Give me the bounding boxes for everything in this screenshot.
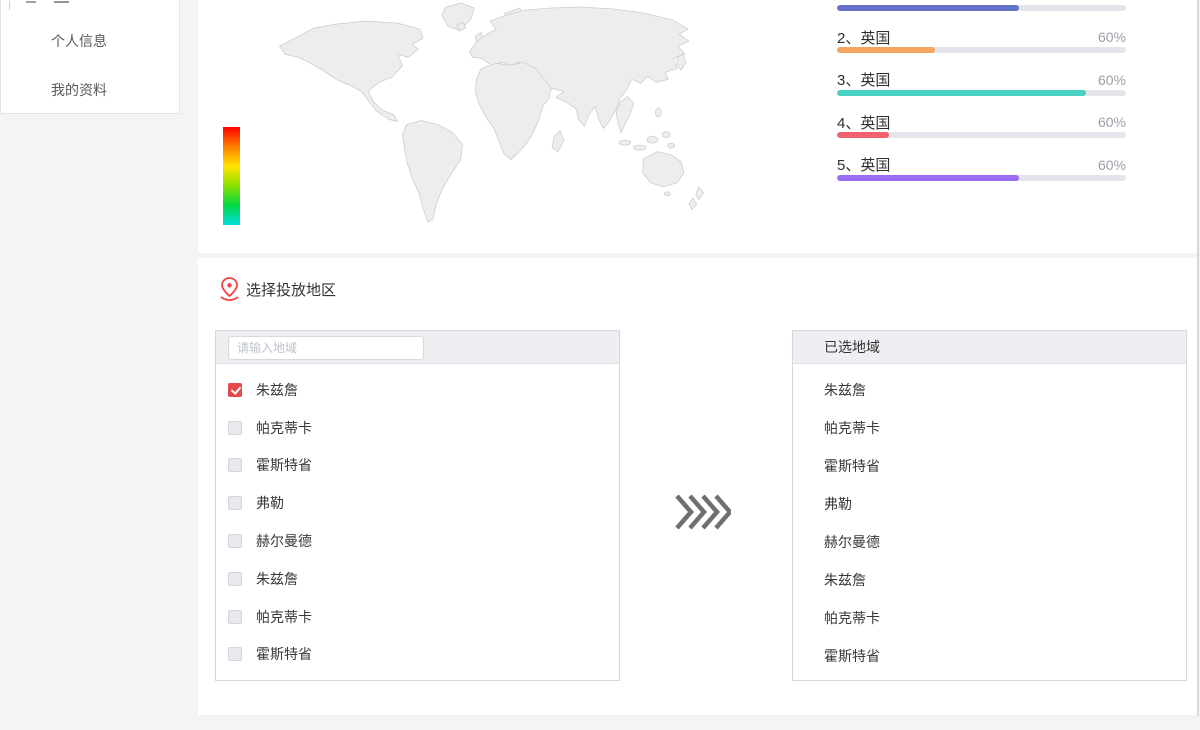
region-option-row[interactable]: 赫尔曼德	[216, 522, 619, 560]
selected-region-label: 赫尔曼德	[824, 534, 880, 550]
selected-region-label: 朱兹詹	[824, 382, 866, 398]
region-select-card: 选择投放地区 朱兹詹 帕克蒂卡 霍斯特省	[198, 258, 1198, 715]
location-pin-icon	[218, 276, 241, 302]
selected-region-row[interactable]: 帕克蒂卡	[793, 599, 1186, 637]
region-option-label: 霍斯特省	[256, 644, 312, 664]
selected-region-label: 霍斯特省	[824, 458, 880, 474]
region-option-row[interactable]: 帕克蒂卡	[216, 409, 619, 447]
region-target-panel: 已选地域 朱兹詹 帕克蒂卡 霍斯特省 弗勒	[792, 330, 1187, 681]
selected-region-label: 弗勒	[824, 496, 852, 512]
ranking-percent: 60%	[1098, 157, 1126, 173]
selected-region-label: 朱兹詹	[824, 572, 866, 588]
region-option-row[interactable]: 帕克蒂卡	[216, 598, 619, 636]
target-panel-header: 已选地域	[793, 331, 1186, 364]
sidebar-cut-item-fragment	[9, 1, 10, 10]
region-search-input[interactable]	[228, 336, 424, 360]
content-right-edge	[1197, 0, 1199, 716]
selected-region-row[interactable]: 朱兹詹	[793, 371, 1186, 409]
sidebar-menu-item[interactable]: 我的资料	[51, 80, 107, 100]
ranking-percent: 60%	[1098, 29, 1126, 45]
ranking-progress-fill	[837, 5, 1019, 11]
ranking-row: 3、英国 60%	[837, 70, 1126, 112]
region-option-row[interactable]: 霍斯特省	[216, 636, 619, 674]
region-option-label: 朱兹詹	[256, 569, 298, 589]
sidebar-item-label: 我的资料	[51, 82, 107, 98]
ranking-row	[837, 0, 1126, 27]
region-checkbox[interactable]	[228, 534, 242, 548]
section-title: 选择投放地区	[246, 279, 336, 300]
world-map	[250, 0, 742, 234]
ranking-list: 2、英国 60% 3、英国 60% 4、英国	[837, 0, 1126, 197]
ranking-label: 2、英国	[837, 27, 890, 48]
selected-region-label: 帕克蒂卡	[824, 610, 880, 626]
region-checkbox[interactable]	[228, 572, 242, 586]
region-checkbox[interactable]	[228, 647, 242, 661]
selected-region-row[interactable]: 霍斯特省	[793, 637, 1186, 675]
region-option-label: 朱兹詹	[256, 380, 298, 400]
source-panel-header	[216, 331, 619, 364]
ranking-progress-track	[837, 47, 1126, 53]
ranking-progress-fill	[837, 90, 1086, 96]
selected-region-row[interactable]: 赫尔曼德	[793, 523, 1186, 561]
ranking-percent: 60%	[1098, 114, 1126, 130]
region-source-panel: 朱兹詹 帕克蒂卡 霍斯特省 弗勒	[215, 330, 620, 681]
region-checkbox[interactable]	[228, 496, 242, 510]
region-option-row[interactable]: 霍斯特省	[216, 447, 619, 485]
region-option-row[interactable]: 朱兹詹	[216, 371, 619, 409]
region-option-label: 霍斯特省	[256, 455, 312, 475]
region-option-label: 弗勒	[256, 493, 284, 513]
transfer-arrow-icon	[675, 494, 731, 530]
selected-region-row[interactable]: 霍斯特省	[793, 447, 1186, 485]
region-option-row[interactable]: 朱兹詹	[216, 560, 619, 598]
region-target-list: 朱兹詹 帕克蒂卡 霍斯特省 弗勒 赫尔曼德 朱兹詹	[793, 364, 1186, 675]
region-option-label: 帕克蒂卡	[256, 418, 312, 438]
ranking-row: 2、英国 60%	[837, 27, 1126, 69]
selected-region-row[interactable]: 朱兹詹	[793, 561, 1186, 599]
region-checkbox[interactable]	[228, 458, 242, 472]
sidebar-menu-item[interactable]: 个人信息	[51, 31, 107, 51]
ranking-percent: 60%	[1098, 72, 1126, 88]
region-checkbox[interactable]	[228, 383, 242, 397]
region-source-list: 朱兹詹 帕克蒂卡 霍斯特省 弗勒	[216, 364, 619, 673]
region-option-label: 赫尔曼德	[256, 531, 312, 551]
ranking-row: 4、英国 60%	[837, 112, 1126, 154]
sidebar-cut-item-fragment	[54, 1, 69, 3]
region-checkbox[interactable]	[228, 421, 242, 435]
ranking-progress-fill	[837, 47, 935, 53]
ranking-label: 4、英国	[837, 112, 890, 133]
region-option-row[interactable]: 弗勒	[216, 484, 619, 522]
ranking-progress-track	[837, 175, 1126, 181]
ranking-label: 5、英国	[837, 154, 890, 175]
region-checkbox[interactable]	[228, 610, 242, 624]
sidebar-item-label: 个人信息	[51, 33, 107, 49]
sidebar-cut-item-fragment	[26, 1, 36, 3]
selected-region-label: 帕克蒂卡	[824, 420, 880, 436]
ranking-progress-fill	[837, 175, 1019, 181]
ranking-label: 3、英国	[837, 69, 890, 90]
region-option-label: 帕克蒂卡	[256, 607, 312, 627]
section-header: 选择投放地区	[218, 276, 336, 302]
ranking-row: 5、英国 60%	[837, 155, 1126, 197]
selected-region-row[interactable]: 弗勒	[793, 485, 1186, 523]
map-heat-legend	[223, 127, 240, 225]
target-panel-title: 已选地域	[793, 331, 1186, 363]
ranking-progress-fill	[837, 132, 889, 138]
selected-region-label: 霍斯特省	[824, 648, 880, 664]
ranking-progress-track	[837, 132, 1126, 138]
map-ranking-card: 2、英国 60% 3、英国 60% 4、英国	[198, 0, 1198, 253]
ranking-progress-track	[837, 90, 1126, 96]
ranking-progress-track	[837, 5, 1126, 11]
selected-region-row[interactable]: 帕克蒂卡	[793, 409, 1186, 447]
sidebar: 个人信息 我的资料	[0, 0, 180, 114]
